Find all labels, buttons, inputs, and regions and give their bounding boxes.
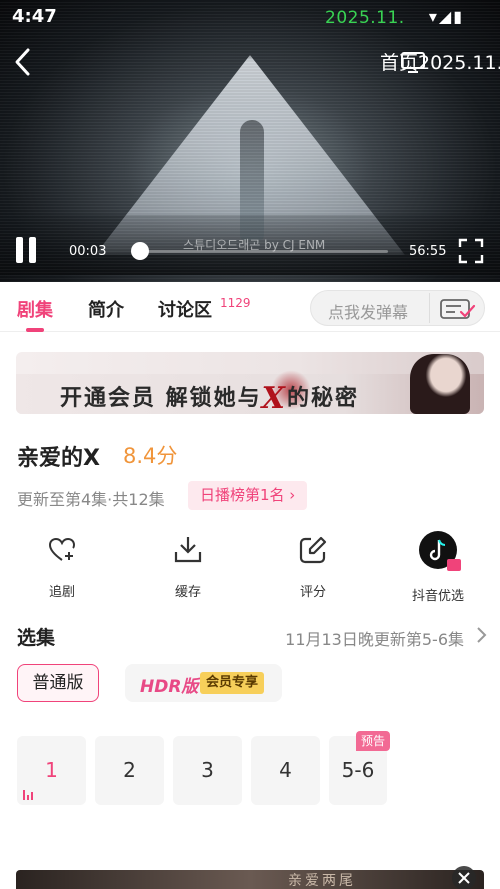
show-score: 8.4分 bbox=[123, 444, 178, 468]
danmu-settings-icon[interactable] bbox=[439, 297, 477, 321]
rank-badge[interactable]: 日播榜第1名 › bbox=[188, 481, 308, 510]
chevron-right-icon[interactable] bbox=[475, 626, 487, 644]
banner-portrait bbox=[410, 354, 470, 414]
episode-2[interactable]: 2 bbox=[95, 736, 164, 805]
banner-text: 开通会员 解锁她与X的秘密 bbox=[60, 380, 359, 414]
vip-banner[interactable]: 开通会员 解锁她与X的秘密 bbox=[16, 352, 484, 414]
douyin-label: 抖音优选 bbox=[411, 589, 464, 604]
rate-label: 评分 bbox=[299, 585, 326, 600]
banner-text-before: 开通会员 解锁她与 bbox=[60, 386, 262, 411]
current-time: 00:03 bbox=[69, 244, 107, 259]
tab-intro[interactable]: 简介 bbox=[88, 296, 124, 322]
progress-bar[interactable] bbox=[130, 242, 388, 260]
edit-icon bbox=[299, 536, 327, 564]
discussion-count: 1129 bbox=[220, 296, 251, 310]
tv-cast-icon[interactable] bbox=[400, 50, 426, 74]
progress-knob[interactable] bbox=[130, 242, 149, 260]
status-time: 4:47 bbox=[12, 6, 57, 27]
preview-badge: 预告 bbox=[356, 731, 391, 751]
douyin-cart-badge bbox=[447, 559, 461, 571]
follow-button[interactable]: 追剧 bbox=[17, 535, 107, 600]
tab-active-indicator bbox=[26, 328, 44, 332]
download-button[interactable]: 缓存 bbox=[143, 535, 233, 600]
total-time: 56:55 bbox=[409, 244, 447, 259]
status-overlay-text: 2025.11. bbox=[325, 8, 405, 28]
pause-icon[interactable] bbox=[14, 237, 38, 265]
tab-bar: 剧集 简介 讨论区 1129 点我发弹幕 bbox=[0, 282, 500, 332]
hdr-label: HDR版 bbox=[140, 677, 199, 697]
danmu-placeholder: 点我发弹幕 bbox=[328, 303, 409, 322]
tab-discussion[interactable]: 讨论区 bbox=[158, 296, 212, 322]
douyin-button[interactable]: 抖音优选 bbox=[393, 531, 483, 604]
banner-text-x: X bbox=[261, 381, 287, 414]
playing-bars-icon bbox=[23, 788, 35, 800]
update-info: 更新至第4集·共12集 bbox=[17, 490, 165, 509]
episode-1-label: 1 bbox=[45, 758, 58, 782]
banner-text-after: 的秘密 bbox=[286, 386, 359, 411]
download-label: 缓存 bbox=[174, 585, 201, 600]
version-normal[interactable]: 普通版 bbox=[17, 664, 99, 702]
tab-episodes[interactable]: 剧集 bbox=[17, 296, 53, 322]
show-title: 亲爱的X bbox=[17, 446, 100, 471]
home-label[interactable]: 首页2025.11.9 bbox=[380, 48, 500, 75]
app-screen: 4:47 2025.11. ▾◢▮ 首页2025.11.9 스튜디오드래곤 by… bbox=[0, 0, 500, 889]
video-player[interactable]: 4:47 2025.11. ▾◢▮ 首页2025.11.9 스튜디오드래곤 by… bbox=[0, 0, 500, 282]
heart-plus-icon bbox=[48, 537, 76, 561]
douyin-icon bbox=[419, 531, 461, 571]
vip-badge: 会员专享 bbox=[200, 672, 265, 694]
danmu-input[interactable]: 点我发弹幕 bbox=[310, 290, 485, 326]
close-icon[interactable] bbox=[452, 866, 476, 889]
fullscreen-icon[interactable] bbox=[458, 238, 484, 264]
ad-text: 亲爱两尾 bbox=[288, 873, 356, 889]
ad-banner[interactable]: 亲爱两尾 bbox=[16, 870, 484, 889]
episode-4[interactable]: 4 bbox=[251, 736, 320, 805]
episode-select-title: 选集 bbox=[17, 627, 56, 649]
back-arrow-icon[interactable] bbox=[8, 44, 40, 80]
episode-update-note[interactable]: 11月13日晚更新第5-6集 bbox=[285, 626, 464, 650]
episode-1[interactable]: 1 bbox=[17, 736, 86, 805]
danmu-divider bbox=[429, 293, 430, 323]
download-icon bbox=[174, 537, 202, 563]
rate-button[interactable]: 评分 bbox=[268, 535, 358, 600]
follow-label: 追剧 bbox=[48, 585, 75, 600]
episode-3[interactable]: 3 bbox=[173, 736, 242, 805]
version-hdr[interactable]: HDR版 会员专享 bbox=[125, 664, 282, 702]
status-icons: ▾◢▮ bbox=[428, 7, 464, 26]
